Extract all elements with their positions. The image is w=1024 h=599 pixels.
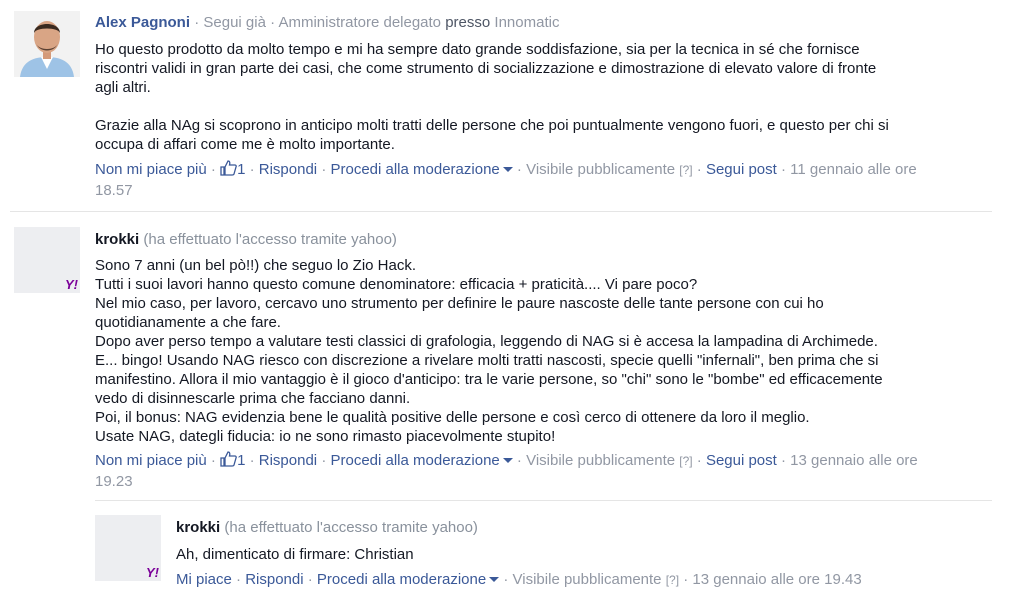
timestamp-continued: 18.57 [95, 182, 133, 199]
comment-line: Tutti i suoi lavori hanno questo comune … [95, 276, 698, 293]
author-role: Amministratore delegato [278, 14, 442, 31]
comment-line: Grazie alla NAg si scoprono in anticipo … [95, 117, 889, 134]
author-name: krokki [95, 231, 140, 248]
unlike-link[interactable]: Non mi piace più [95, 161, 207, 178]
moderate-dropdown[interactable]: Procedi alla moderazione [317, 571, 500, 588]
visibility-label: Visibile pubblicamente [526, 452, 676, 469]
login-via: (ha effettuato l'accesso tramite yahoo) [143, 231, 397, 248]
comment-header: krokki (ha effettuato l'accesso tramite … [176, 518, 478, 538]
thumbs-up-icon[interactable] [220, 451, 237, 473]
comment-actions: Mi piace · Rispondi · Procedi alla moder… [176, 571, 862, 588]
profile-photo [14, 11, 80, 77]
author-name: krokki [176, 519, 221, 536]
help-link[interactable]: [?] [679, 454, 692, 468]
timestamp[interactable]: 11 gennaio alle ore [790, 161, 917, 178]
reply-link[interactable]: Rispondi [259, 452, 317, 469]
help-link[interactable]: [?] [666, 573, 679, 587]
comment-header: krokki (ha effettuato l'accesso tramite … [95, 230, 397, 250]
avatar[interactable]: Y! [95, 515, 161, 581]
comment-line: E... bingo! Usando NAG riesco con discre… [95, 352, 879, 369]
avatar[interactable] [14, 11, 80, 77]
like-link[interactable]: Mi piace [176, 571, 232, 588]
chevron-down-icon [502, 167, 513, 172]
yahoo-icon: Y! [146, 565, 159, 580]
chevron-down-icon [502, 458, 513, 463]
like-count[interactable]: 1 [237, 161, 245, 178]
comment-line: Usate NAG, dategli fiducia: io ne sono r… [95, 428, 556, 445]
company-link[interactable]: Innomatic [494, 14, 559, 31]
comment-line: manifestino. Allora il mio vantaggio è i… [95, 371, 883, 388]
presso-label: presso [445, 14, 491, 31]
divider [95, 500, 992, 501]
chevron-down-icon [489, 577, 500, 582]
login-via: (ha effettuato l'accesso tramite yahoo) [224, 519, 478, 536]
comment-line: occupa di affari come me è molto importa… [95, 136, 395, 153]
unlike-link[interactable]: Non mi piace più [95, 452, 207, 469]
comment-body: Ho questo prodotto da molto tempo e mi h… [95, 40, 889, 154]
comment-body: Sono 7 anni (un bel pò!!) che seguo lo Z… [95, 256, 883, 446]
comment-line [95, 97, 889, 116]
author-name[interactable]: Alex Pagnoni [95, 14, 190, 31]
follow-status[interactable]: Segui già [203, 14, 266, 31]
reply-link[interactable]: Rispondi [259, 161, 317, 178]
comment-line: Sono 7 anni (un bel pò!!) che seguo lo Z… [95, 257, 417, 274]
thumbs-up-icon[interactable] [220, 160, 237, 182]
comment-line: Dopo aver perso tempo a valutare testi c… [95, 333, 878, 350]
comment-line: Ho questo prodotto da molto tempo e mi h… [95, 41, 860, 58]
like-count[interactable]: 1 [237, 452, 245, 469]
comment-line: vedo di disinnescarle prima che facciano… [95, 390, 411, 407]
help-link[interactable]: [?] [679, 163, 692, 177]
comment-line: Nel mio caso, per lavoro, cercavo uno st… [95, 295, 824, 312]
comment-line: Ah, dimenticato di firmare: Christian [176, 546, 414, 563]
timestamp[interactable]: 13 gennaio alle ore 19.43 [692, 571, 861, 588]
timestamp-continued: 19.23 [95, 473, 133, 490]
divider [10, 211, 992, 212]
reply-link[interactable]: Rispondi [245, 571, 303, 588]
follow-post-link[interactable]: Segui post [706, 452, 777, 469]
avatar[interactable]: Y! [14, 227, 80, 293]
moderate-dropdown[interactable]: Procedi alla moderazione [330, 161, 513, 178]
comment-line: Poi, il bonus: NAG evidenzia bene le qua… [95, 409, 810, 426]
moderate-dropdown[interactable]: Procedi alla moderazione [330, 452, 513, 469]
timestamp[interactable]: 13 gennaio alle ore [790, 452, 918, 469]
visibility-label: Visibile pubblicamente [526, 161, 676, 178]
comment-actions: Non mi piace più · 1 · Rispondi · Proced… [95, 160, 917, 182]
yahoo-icon: Y! [65, 277, 78, 292]
visibility-label: Visibile pubblicamente [512, 571, 662, 588]
comment-line: quotidianamente a che fare. [95, 314, 281, 331]
comment-header: Alex Pagnoni · Segui già · Amministrator… [95, 14, 560, 31]
comment-line: agli altri. [95, 79, 151, 96]
comment-body: Ah, dimenticato di firmare: Christian [176, 545, 414, 564]
comment-line: riscontri validi in gran parte dei casi,… [95, 60, 877, 77]
follow-post-link[interactable]: Segui post [706, 161, 777, 178]
comment-actions: Non mi piace più · 1 · Rispondi · Proced… [95, 451, 918, 473]
